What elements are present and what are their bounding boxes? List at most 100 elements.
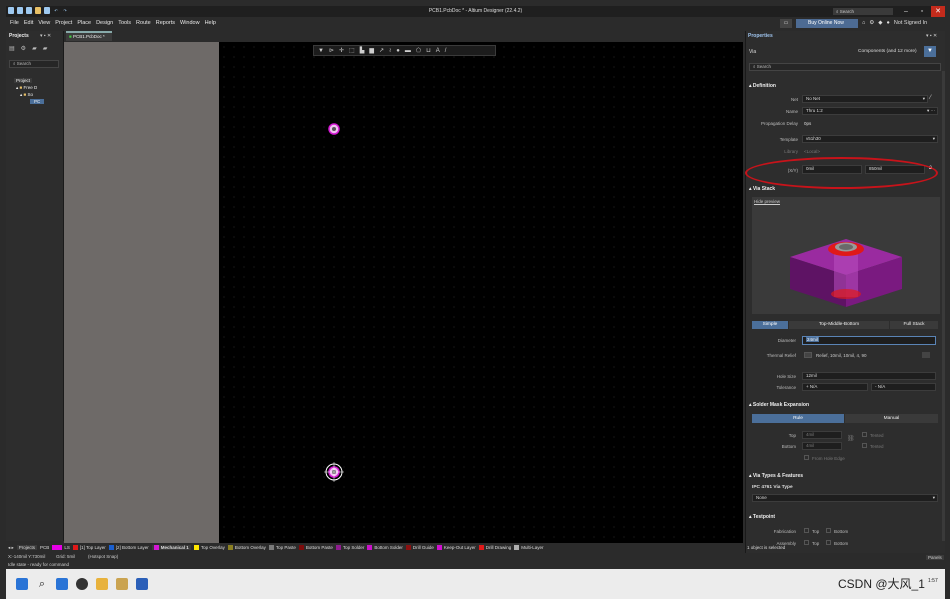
- altium-taskbar-icon[interactable]: [116, 578, 128, 590]
- tolerance-minus-input[interactable]: - N/A: [871, 383, 936, 391]
- layer-bottom-overlay[interactable]: Bottom Overlay: [227, 545, 266, 550]
- menu-reports[interactable]: Reports: [156, 20, 175, 26]
- mail-icon[interactable]: [56, 578, 68, 590]
- tab-pcb[interactable]: PCB: [40, 545, 49, 550]
- file-explorer-icon[interactable]: [96, 578, 108, 590]
- stack-mode-top-middle-bottom[interactable]: Top-Middle-Bottom: [789, 321, 889, 329]
- solder-mask-rule[interactable]: Rule: [752, 414, 844, 423]
- route-icon[interactable]: ↗: [379, 47, 384, 54]
- pick-net-icon[interactable]: ⁄: [930, 95, 931, 101]
- gear-icon[interactable]: ⚙: [869, 20, 874, 26]
- tab-projects[interactable]: Projects: [16, 545, 38, 550]
- layer-mechanical-1[interactable]: Mechanical 1: [151, 545, 191, 550]
- tab-pcb1-pcbdoc[interactable]: ■ PCB1.PcbDoc *: [66, 31, 112, 41]
- layer-drill-guide[interactable]: Drill Guide: [405, 545, 434, 550]
- start-icon[interactable]: [16, 578, 28, 590]
- notifications-icon[interactable]: ◆: [878, 20, 882, 26]
- settings-icon[interactable]: ⚙: [21, 45, 26, 52]
- word-icon[interactable]: [136, 578, 148, 590]
- layer-top[interactable]: [1] Top Layer: [72, 545, 106, 550]
- net-select[interactable]: No Net ▾: [802, 95, 928, 103]
- layer-nav-icon[interactable]: ◂ ▸: [8, 545, 14, 551]
- via-top[interactable]: [328, 123, 340, 135]
- asm-bottom-checkbox[interactable]: [826, 540, 831, 545]
- filter-icon[interactable]: ▼: [318, 47, 324, 54]
- layer-top-solder[interactable]: Top Solder: [335, 545, 364, 550]
- menu-project[interactable]: Project: [55, 20, 72, 26]
- mask-top-input[interactable]: 4mil: [802, 431, 842, 439]
- menu-file[interactable]: File: [10, 20, 19, 26]
- fab-top-checkbox[interactable]: [804, 528, 809, 533]
- template-select[interactable]: v51h30 ▾: [802, 135, 938, 143]
- fab-bottom-checkbox[interactable]: [826, 528, 831, 533]
- bottom-tented-checkbox[interactable]: [862, 443, 867, 448]
- select-icon[interactable]: ⊳: [329, 47, 334, 54]
- minimize-button[interactable]: –: [899, 6, 913, 17]
- panel-menu-icon[interactable]: ▾ ▪ ✕: [40, 33, 51, 39]
- via-types-section[interactable]: ▴ Via Types & Features: [749, 473, 803, 479]
- definition-section[interactable]: ▴ Definition: [749, 83, 776, 89]
- share-icon[interactable]: ▭: [780, 19, 792, 28]
- tree-project[interactable]: Project: [14, 78, 33, 83]
- polygon-icon[interactable]: ⬠: [416, 47, 421, 54]
- home-icon[interactable]: ⌂: [862, 20, 865, 26]
- panels-button[interactable]: Panels: [926, 555, 944, 560]
- tree-pcb-doc[interactable]: PC: [30, 99, 45, 104]
- tree-free-documents[interactable]: ▴ ■ Free D: [16, 85, 37, 91]
- thermal-edit-icon[interactable]: [922, 352, 930, 358]
- rect-select-icon[interactable]: ⬚: [349, 47, 355, 54]
- folder-open-icon[interactable]: ▰: [43, 45, 48, 52]
- tolerance-plus-input[interactable]: + N/A: [802, 383, 868, 391]
- asm-top-checkbox[interactable]: [804, 540, 809, 545]
- solder-mask-manual[interactable]: Manual: [845, 414, 938, 423]
- layer-drill-drawing[interactable]: Drill Drawing: [478, 545, 511, 550]
- hole-size-input[interactable]: 12mil: [802, 372, 936, 380]
- user-icon[interactable]: ●: [887, 20, 890, 26]
- layer-ls[interactable]: LS: [52, 545, 70, 550]
- global-search[interactable]: ⌕ Search: [833, 8, 893, 15]
- projects-search-input[interactable]: ⌕ Search: [9, 60, 59, 68]
- fill-icon[interactable]: ▬: [405, 47, 411, 54]
- sign-in-status[interactable]: Not Signed In: [894, 20, 927, 26]
- menu-route[interactable]: Route: [136, 20, 151, 26]
- menu-window[interactable]: Window: [180, 20, 200, 26]
- mask-bottom-input[interactable]: 4mil: [802, 442, 842, 450]
- stack-mode-simple[interactable]: Simple: [752, 321, 788, 329]
- align-icon[interactable]: ▙: [360, 47, 365, 54]
- layer-bottom[interactable]: [2] Bottom Layer: [108, 545, 149, 550]
- search-icon[interactable]: ⌕: [36, 578, 48, 590]
- via-place-icon[interactable]: ●: [396, 47, 400, 54]
- workspace-icon[interactable]: ▤: [9, 45, 15, 52]
- tree-source[interactable]: ▴ ■ So: [20, 92, 33, 98]
- dimension-icon[interactable]: ⊔: [426, 47, 431, 54]
- filter-button[interactable]: ▼: [924, 46, 936, 57]
- layer-top-paste[interactable]: Top Paste: [268, 545, 296, 550]
- text-icon[interactable]: A: [436, 47, 440, 54]
- diff-pair-icon[interactable]: ≀: [389, 47, 391, 54]
- testpoint-section[interactable]: ▴ Testpoint: [749, 514, 775, 520]
- layer-keep-out[interactable]: Keep-Out Layer: [436, 545, 476, 550]
- thermal-relief-icon[interactable]: [804, 352, 812, 358]
- name-select[interactable]: Thru 1:2 ▾ ···: [802, 107, 938, 115]
- from-hole-edge-checkbox[interactable]: [804, 455, 809, 460]
- maximize-button[interactable]: ▫: [915, 6, 929, 17]
- layer-bottom-solder[interactable]: Bottom Solder: [367, 545, 403, 550]
- layer-multi[interactable]: Multi-Layer: [514, 545, 543, 550]
- properties-search-input[interactable]: ⌕ Search: [749, 63, 941, 71]
- close-button[interactable]: ✕: [931, 6, 945, 17]
- menu-edit[interactable]: Edit: [24, 20, 33, 26]
- menu-design[interactable]: Design: [96, 20, 113, 26]
- via-selected[interactable]: [324, 462, 344, 482]
- line-icon[interactable]: /: [445, 47, 447, 54]
- menu-place[interactable]: Place: [77, 20, 91, 26]
- menu-tools[interactable]: Tools: [118, 20, 131, 26]
- folder-icon[interactable]: ▰: [32, 45, 37, 52]
- menu-view[interactable]: View: [38, 20, 50, 26]
- pcb-canvas[interactable]: [219, 42, 743, 543]
- selection-filter[interactable]: Components (and 12 more): [858, 49, 917, 54]
- diameter-input[interactable]: 24mil: [802, 336, 936, 345]
- menu-help[interactable]: Help: [205, 20, 216, 26]
- layer-bottom-paste[interactable]: Bottom Paste: [298, 545, 333, 550]
- ipc-via-type-select[interactable]: None ▾: [752, 494, 938, 502]
- link-icon[interactable]: ⛓︎: [847, 435, 855, 442]
